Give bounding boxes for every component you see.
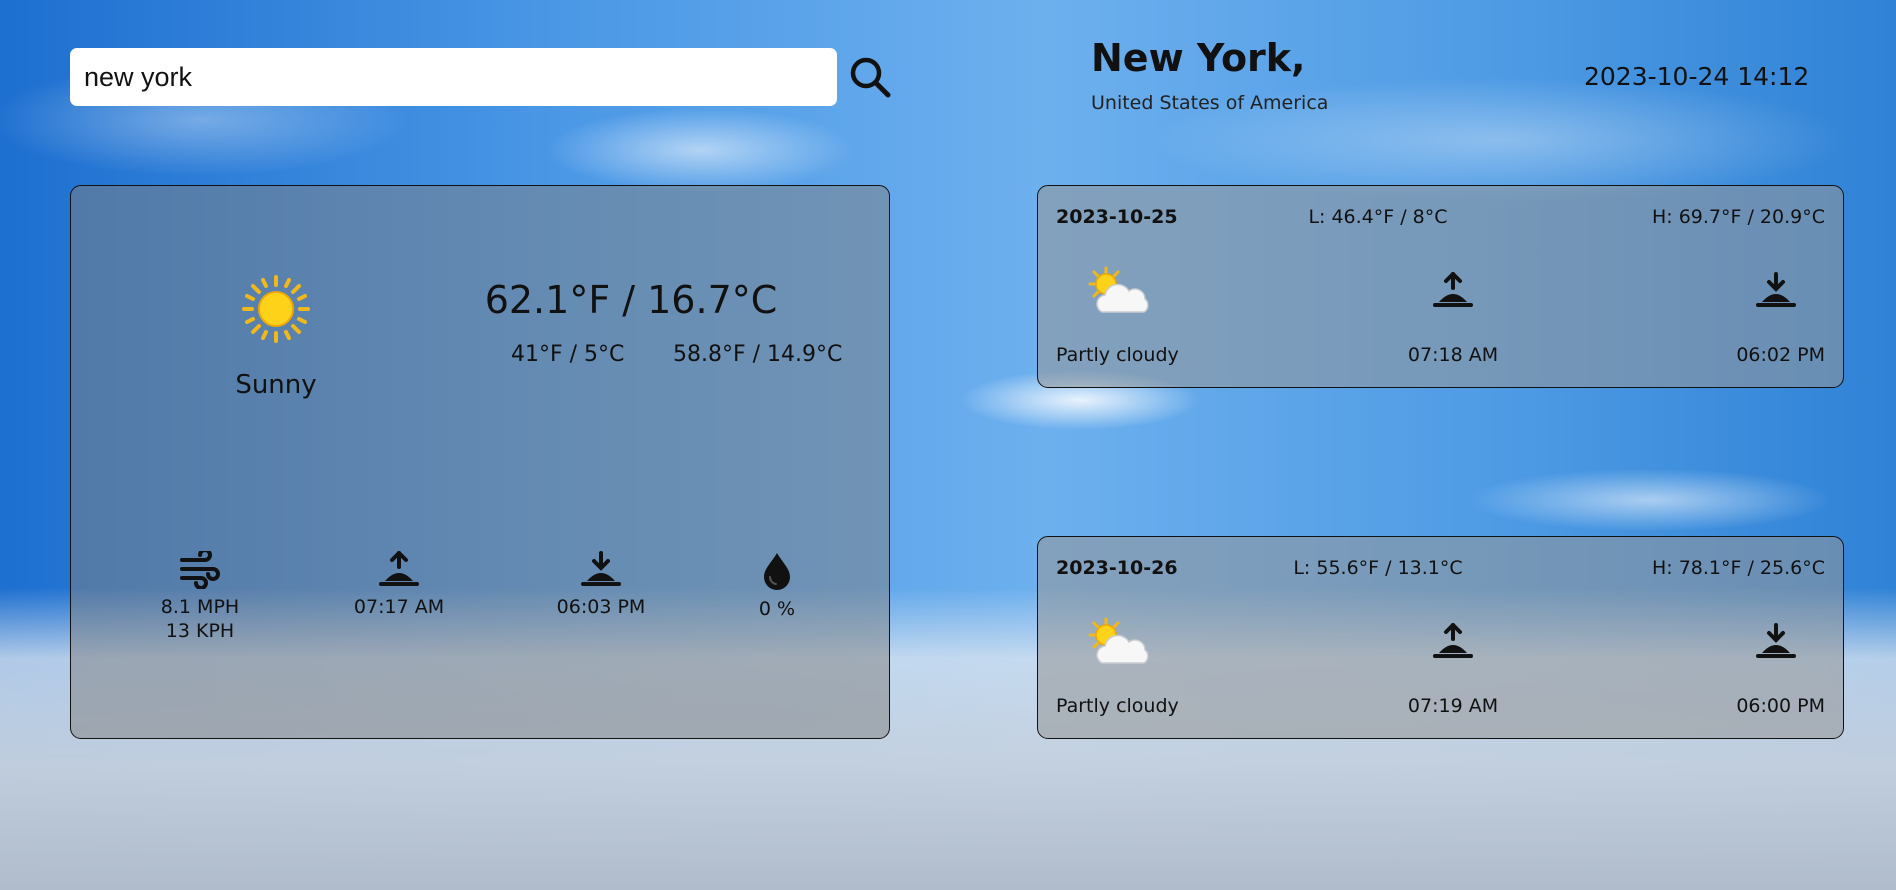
- forecast-high-temp: H: 69.7°F / 20.9°C: [1651, 206, 1825, 228]
- current-low-temp: 41°F / 5°C: [511, 342, 625, 367]
- forecast-low-temp: L: 46.4°F / 8°C: [1308, 206, 1448, 228]
- country-name: United States of America: [1091, 92, 1329, 114]
- sun-icon: [242, 275, 310, 343]
- forecast-sunset-time: 06:00 PM: [1736, 695, 1825, 717]
- current-high-temp: 58.8°F / 14.9°C: [673, 342, 843, 367]
- city-name: New York,: [1091, 36, 1306, 80]
- forecast-condition: Partly cloudy: [1056, 695, 1179, 717]
- partly-cloudy-icon: [1088, 266, 1149, 313]
- forecast-date: 2023-10-25: [1056, 206, 1178, 228]
- forecast-date: 2023-10-26: [1056, 557, 1178, 579]
- search-button[interactable]: [848, 55, 892, 99]
- forecast-low-temp: L: 55.6°F / 13.1°C: [1293, 557, 1463, 579]
- sunset-icon: [1756, 272, 1796, 307]
- forecast-sunrise-time: 07:19 AM: [1407, 695, 1499, 717]
- forecast-sunset-time: 06:02 PM: [1736, 344, 1825, 366]
- search-box[interactable]: [70, 48, 837, 106]
- raindrop-icon: [764, 553, 790, 590]
- search-input[interactable]: [82, 60, 825, 94]
- forecast-condition: Partly cloudy: [1056, 344, 1179, 366]
- wind-stat: 8.1 MPH 13 KPH: [125, 551, 275, 643]
- sunrise-icon: [1433, 623, 1473, 658]
- sunrise-icon: [379, 551, 419, 586]
- forecast-high-temp: H: 78.1°F / 25.6°C: [1651, 557, 1825, 579]
- precipitation-stat: 0 %: [702, 551, 852, 621]
- sunrise-time: 07:17 AM: [353, 596, 445, 618]
- forecast-card: 2023-10-26 L: 55.6°F / 13.1°C H: 78.1°F …: [1037, 536, 1844, 739]
- partly-cloudy-icon: [1088, 617, 1149, 664]
- sunrise-icon: [1433, 272, 1473, 307]
- forecast-sunrise-time: 07:18 AM: [1407, 344, 1499, 366]
- sunset-stat: 06:03 PM: [526, 551, 676, 619]
- wind-icon: [180, 551, 220, 589]
- current-condition: Sunny: [235, 370, 317, 400]
- search-icon: [850, 57, 891, 98]
- forecast-card: 2023-10-25 L: 46.4°F / 8°C H: 69.7°F / 2…: [1037, 185, 1844, 388]
- sunset-time: 06:03 PM: [556, 596, 646, 618]
- precipitation-value: 0 %: [758, 598, 796, 620]
- current-temperature: 62.1°F / 16.7°C: [484, 278, 778, 322]
- current-datetime: 2023-10-24 14:12: [1584, 62, 1810, 91]
- wind-mph: 8.1 MPH: [160, 596, 240, 618]
- sunset-icon: [581, 551, 621, 586]
- sunset-icon: [1756, 623, 1796, 658]
- current-weather-card: Sunny 62.1°F / 16.7°C 41°F / 5°C 58.8°F …: [70, 185, 890, 739]
- wind-kph: 13 KPH: [165, 620, 235, 642]
- sunrise-stat: 07:17 AM: [324, 551, 474, 619]
